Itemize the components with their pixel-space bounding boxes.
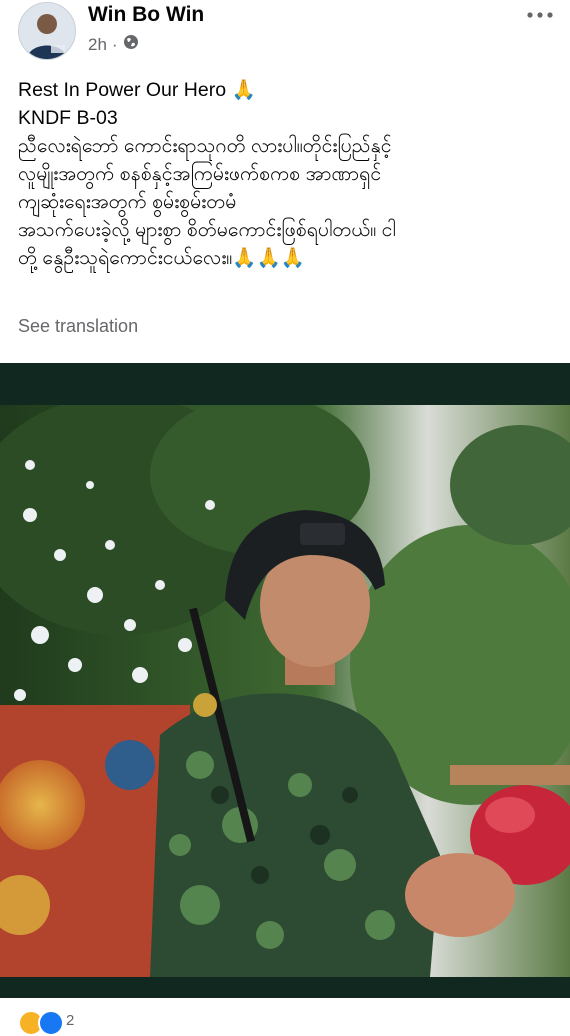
soldier-photo [0, 405, 570, 977]
post-line: ညီလေးရဲဘော် ကောင်းရာသုဂတိ လားပါ။တိုင်းပြ… [18, 135, 392, 157]
post-text: Rest In Power Our Hero 🙏 KNDF B-03 ညီလေး… [18, 76, 558, 272]
author-name[interactable]: Win Bo Win [88, 3, 204, 27]
post-time[interactable]: 2h [88, 35, 107, 55]
post-line: လူမျိုးအတွက် စနစ်နှင့်အကြမ်းဖက်စကစ အာဏာရ… [18, 163, 382, 185]
reaction-count[interactable]: 2 [66, 1012, 74, 1029]
author-avatar[interactable] [18, 2, 76, 60]
like-reaction-icon [38, 1010, 64, 1036]
post-line: အသက်ပေးခဲ့လို့ များစွာ စိတ်မကောင်းဖြစ်ရပ… [18, 219, 396, 241]
reactions-summary[interactable] [18, 1010, 64, 1036]
post-footer: 2 [0, 1004, 570, 1036]
more-options-icon[interactable] [524, 4, 556, 24]
globe-icon[interactable] [123, 34, 139, 55]
post-meta: 2h · [88, 34, 139, 55]
post-header: Win Bo Win 2h · [0, 0, 570, 62]
see-translation-link[interactable]: See translation [18, 316, 138, 337]
post-line: Rest In Power Our Hero 🙏 [18, 79, 256, 101]
post-line: ကျဆုံးရေးအတွက် စွမ်းစွမ်းတမံ [18, 191, 237, 213]
post-line: KNDF B-03 [18, 107, 118, 129]
post-line: တို့ နွေဦးသူရဲကောင်းငယ်လေး။🙏🙏🙏 [18, 247, 306, 269]
meta-separator: · [111, 34, 118, 54]
post-photo[interactable] [0, 363, 570, 998]
